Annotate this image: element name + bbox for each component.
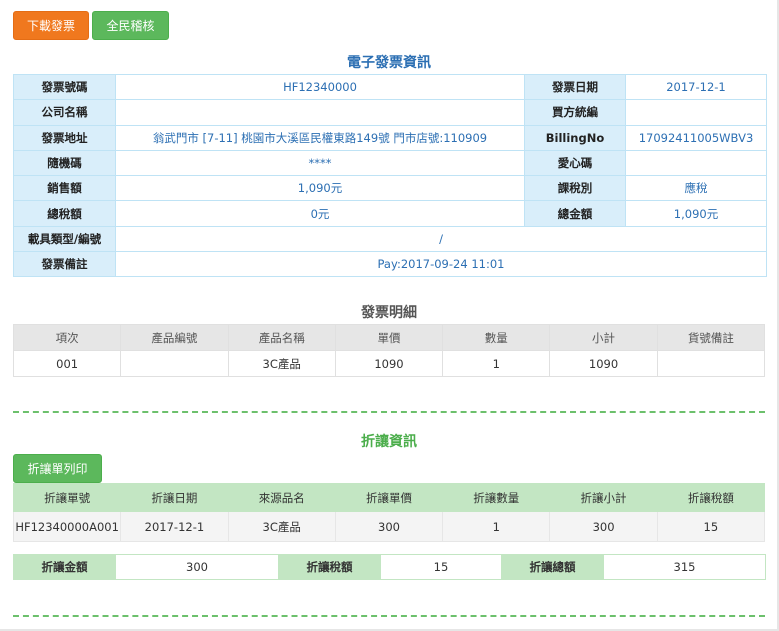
column-header: 折讓數量 (442, 483, 551, 512)
column-header: 產品編號 (120, 324, 229, 351)
allowance-amount-value: 300 (115, 554, 279, 580)
invoice-info-table: 發票號碼 HF12340000 發票日期 2017-12-1 公司名稱 買方統編… (13, 73, 767, 278)
table-header-row: 折讓單號 折讓日期 來源品名 折讓單價 折讓數量 折讓小計 折讓稅額 (12, 483, 766, 512)
carrier-label: 載具類型/編號 (13, 225, 116, 253)
love-code-label: 愛心碼 (524, 149, 626, 177)
company-value (115, 99, 525, 126)
tax-label: 總稅額 (13, 200, 116, 227)
company-label: 公司名稱 (13, 99, 116, 126)
allowance-tax-value: 15 (380, 554, 502, 580)
column-header: 貨號備註 (656, 324, 766, 351)
table-cell (120, 350, 229, 377)
total-label: 總金額 (524, 200, 626, 227)
print-allowance-button[interactable]: 折讓單列印 (13, 454, 102, 483)
column-header: 折讓單號 (12, 483, 122, 512)
allowance-title: 折讓資訊 (361, 434, 417, 450)
invoice-detail-table: 項次 產品編號 產品名稱 單價 數量 小計 貨號備註 001 3C產品 1090… (12, 324, 766, 377)
invoice-no-label: 發票號碼 (13, 73, 116, 101)
column-header: 折讓單價 (334, 483, 444, 512)
table-row: 隨機碼 **** 愛心碼 (13, 149, 767, 177)
invoice-date-value: 2017-12-1 (625, 73, 767, 101)
billing-no-label: BillingNo (524, 124, 626, 151)
invoice-detail-title: 發票明細 (361, 305, 417, 321)
table-row: 總稅額 0元 總金額 1,090元 (13, 200, 767, 227)
remark-value: Pay:2017-09-24 11:01 (115, 251, 767, 278)
section-divider (13, 411, 765, 413)
address-value: 翁武門市 [7-11] 桃園市大溪區民權東路149號 門市店號:110909 (115, 124, 525, 151)
table-cell: 001 (12, 350, 122, 377)
column-header: 單價 (334, 324, 444, 351)
table-cell: 2017-12-1 (120, 511, 229, 542)
invoice-info-title: 電子發票資訊 (347, 55, 431, 71)
column-header: 折讓日期 (120, 483, 229, 512)
love-code-value (625, 149, 767, 177)
column-header: 來源品名 (227, 483, 336, 512)
column-header: 折讓稅額 (656, 483, 766, 512)
buyer-id-value (625, 99, 767, 126)
table-row: 發票備註 Pay:2017-09-24 11:01 (13, 251, 767, 278)
invoice-no-value: HF12340000 (115, 73, 525, 101)
allowance-total-label: 折讓總額 (501, 554, 604, 580)
allowance-totals-table: 折讓金額 300 折讓稅額 15 折讓總額 315 (13, 554, 766, 580)
table-cell: 3C產品 (227, 511, 336, 542)
tax-audit-button[interactable]: 全民稽核 (92, 11, 169, 40)
table-cell: HF12340000A001 (12, 511, 122, 542)
table-cell: 1090 (334, 350, 444, 377)
table-cell: 1 (442, 350, 551, 377)
sales-value: 1,090元 (115, 175, 525, 202)
column-header: 數量 (442, 324, 551, 351)
table-row: 發票號碼 HF12340000 發票日期 2017-12-1 (13, 73, 767, 101)
invoice-date-label: 發票日期 (524, 73, 626, 101)
table-cell: 1090 (549, 350, 658, 377)
tax-type-value: 應稅 (625, 175, 767, 202)
column-header: 產品名稱 (227, 324, 336, 351)
table-cell: 300 (549, 511, 658, 542)
billing-no-value: 17092411005WBV3 (625, 124, 767, 151)
carrier-value: / (115, 225, 767, 253)
table-row: 折讓金額 300 折讓稅額 15 折讓總額 315 (13, 554, 766, 580)
allowance-table: 折讓單號 折讓日期 來源品名 折讓單價 折讓數量 折讓小計 折讓稅額 HF123… (12, 483, 766, 542)
section-divider (13, 615, 765, 617)
table-row: 公司名稱 買方統編 (13, 99, 767, 126)
table-cell: 3C產品 (227, 350, 336, 377)
table-row: 發票地址 翁武門市 [7-11] 桃園市大溪區民權東路149號 門市店號:110… (13, 124, 767, 151)
allowance-total-value: 315 (603, 554, 766, 580)
tax-type-label: 課稅別 (524, 175, 626, 202)
table-cell: 15 (656, 511, 766, 542)
random-code-label: 隨機碼 (13, 149, 116, 177)
column-header: 折讓小計 (549, 483, 658, 512)
table-cell (656, 350, 766, 377)
tax-value: 0元 (115, 200, 525, 227)
allowance-tax-label: 折讓稅額 (278, 554, 381, 580)
remark-label: 發票備註 (13, 251, 116, 278)
column-header: 小計 (549, 324, 658, 351)
total-value: 1,090元 (625, 200, 767, 227)
column-header: 項次 (12, 324, 122, 351)
table-header-row: 項次 產品編號 產品名稱 單價 數量 小計 貨號備註 (12, 324, 766, 351)
table-row: 001 3C產品 1090 1 1090 (12, 350, 766, 377)
buyer-id-label: 買方統編 (524, 99, 626, 126)
sales-label: 銷售額 (13, 175, 116, 202)
table-row: 銷售額 1,090元 課稅別 應稅 (13, 175, 767, 202)
random-code-value: **** (115, 149, 525, 177)
download-invoice-button[interactable]: 下載發票 (13, 11, 89, 40)
table-row: HF12340000A001 2017-12-1 3C產品 300 1 300 … (12, 511, 766, 542)
table-cell: 1 (442, 511, 551, 542)
table-cell: 300 (334, 511, 444, 542)
allowance-amount-label: 折讓金額 (13, 554, 116, 580)
address-label: 發票地址 (13, 124, 116, 151)
table-row: 載具類型/編號 / (13, 225, 767, 253)
